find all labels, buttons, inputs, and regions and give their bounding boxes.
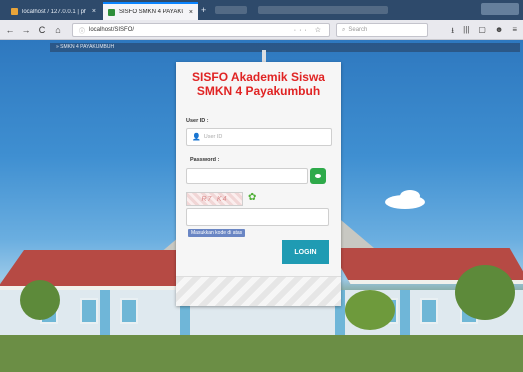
tree-decoration [345, 290, 395, 330]
phpmyadmin-favicon-icon [11, 8, 18, 15]
show-password-button[interactable] [310, 168, 326, 184]
cloud-decoration [400, 190, 420, 202]
login-card: SISFO Akademik Siswa SMKN 4 Payakumbuh U… [176, 62, 341, 306]
downloads-icon[interactable]: ⭳ [451, 25, 454, 39]
userid-label: User ID : [186, 118, 209, 124]
captcha-image: R7 K4 [186, 192, 243, 206]
toolbar-icons: ⭳ ||| ▢ ☻ ≡ [451, 25, 517, 39]
search-input[interactable]: ⌕ Search [336, 23, 428, 37]
tab-phpmyadmin[interactable]: localhost / 127.0.0.1 | phpMyAdmin × [6, 3, 101, 20]
breadcrumb: » SMKN 4 PAYAKUMBUH [50, 43, 520, 52]
captcha-input[interactable] [186, 208, 329, 226]
user-icon: 👤 [192, 134, 201, 141]
browser-chrome: localhost / 127.0.0.1 | phpMyAdmin × SIS… [0, 0, 523, 40]
building-window [80, 298, 98, 324]
blurred-tab [215, 6, 247, 14]
address-bar[interactable]: ⓘ localhost/SISFO/ ··· ☆ [72, 23, 330, 37]
tab-label: localhost / 127.0.0.1 | phpMyAdmin [22, 8, 86, 15]
library-icon[interactable]: ||| [463, 25, 469, 39]
login-button[interactable]: LOGIN [282, 240, 329, 264]
menu-icon[interactable]: ≡ [512, 25, 517, 39]
building-window [420, 298, 438, 324]
search-placeholder: Search [348, 27, 368, 33]
blurred-tab [258, 6, 388, 14]
search-icon: ⌕ [342, 26, 346, 33]
close-tab-icon[interactable]: × [92, 8, 96, 15]
reload-button[interactable]: C [36, 24, 48, 36]
new-tab-button[interactable]: + [201, 5, 206, 15]
sisfo-favicon-icon [108, 8, 115, 16]
close-tab-icon[interactable]: × [189, 9, 193, 16]
garden-hedge [0, 335, 523, 372]
sidebar-icon[interactable]: ▢ [478, 25, 486, 39]
login-title: SISFO Akademik Siswa SMKN 4 Payakumbuh [176, 70, 341, 98]
captcha-text: R7 K4 [201, 195, 228, 203]
password-label: Password : [190, 157, 220, 163]
password-field[interactable] [186, 168, 308, 184]
eye-icon [315, 174, 321, 178]
home-button[interactable]: ⌂ [52, 24, 64, 36]
window-controls[interactable] [481, 3, 519, 15]
tab-label: SISFO SMKN 4 PAYAKUMBUH [119, 9, 183, 15]
account-icon[interactable]: ☻ [495, 25, 503, 39]
card-footer-pattern [176, 276, 341, 306]
back-button[interactable]: ← [4, 24, 16, 36]
forward-button[interactable]: → [20, 24, 32, 36]
userid-placeholder: User ID [203, 134, 223, 140]
page-actions-icon[interactable]: ··· ☆ [294, 26, 324, 34]
title-line-2: SMKN 4 Payakumbuh [196, 84, 321, 98]
tab-sisfo[interactable]: SISFO SMKN 4 PAYAKUMBUH × [103, 2, 198, 20]
userid-field[interactable]: 👤 User ID [186, 128, 332, 146]
url-text: localhost/SISFO/ [89, 27, 135, 33]
captcha-hint: Masukkan kode di atas [188, 229, 246, 237]
refresh-captcha-icon[interactable]: ✿ [248, 192, 256, 203]
tree-decoration [455, 265, 515, 320]
title-line-1: SISFO Akademik Siswa [192, 70, 325, 84]
navigation-bar: ← → C ⌂ ⓘ localhost/SISFO/ ··· ☆ ⌕ Searc… [0, 20, 523, 40]
info-icon[interactable]: ⓘ [79, 26, 85, 35]
tab-strip: localhost / 127.0.0.1 | phpMyAdmin × SIS… [0, 0, 523, 20]
building-window [120, 298, 138, 324]
tree-decoration [20, 280, 60, 320]
